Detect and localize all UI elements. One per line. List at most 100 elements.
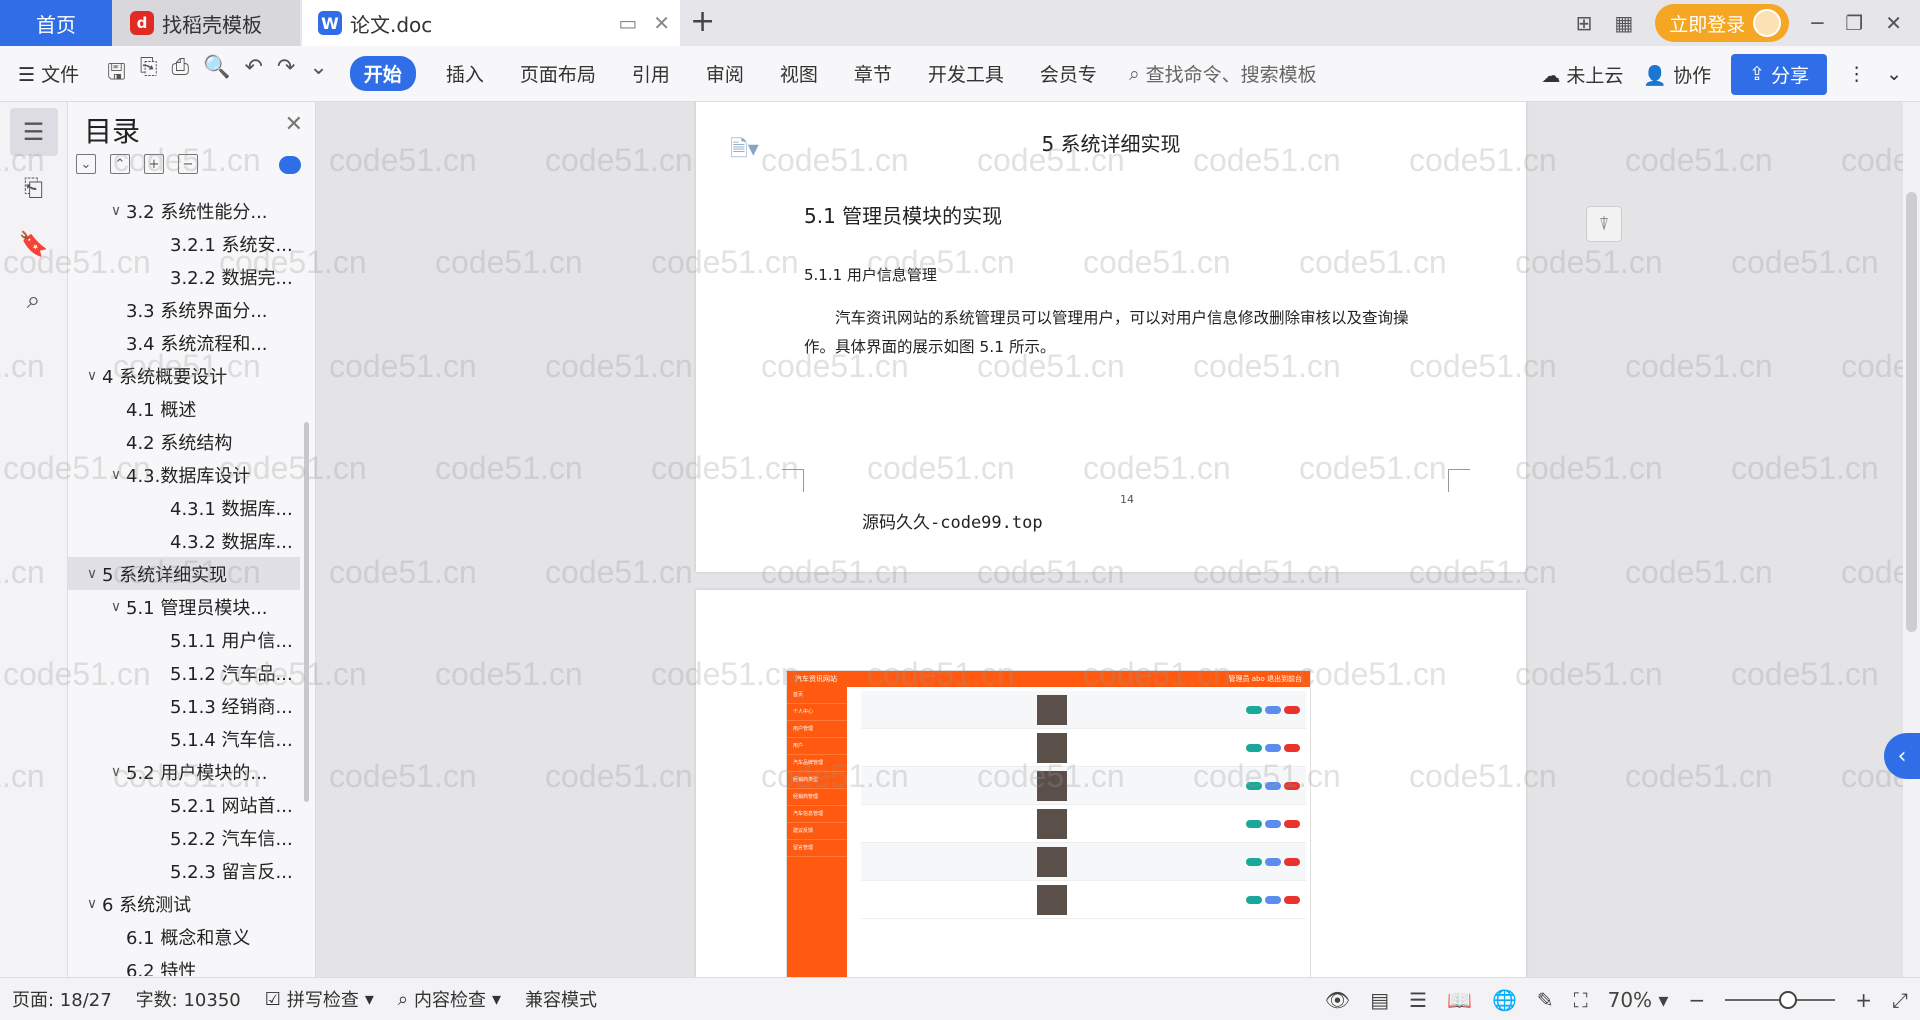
add-heading-icon[interactable]: +	[144, 154, 164, 174]
toc-item[interactable]: 6.1 概念和意义	[68, 920, 300, 953]
toc-item[interactable]: ∨ 5 系统详细实现	[68, 557, 300, 590]
chevron-down-icon[interactable]: ∨	[106, 203, 126, 219]
minimize-icon[interactable]: ─	[1811, 11, 1823, 35]
tab-template[interactable]: d 找稻壳模板	[112, 0, 300, 46]
close-window-icon[interactable]: ✕	[1885, 11, 1902, 35]
toc-item[interactable]: 3.2.2 数据完...	[68, 260, 300, 293]
close-tab-icon[interactable]: ✕	[653, 11, 670, 35]
toc-item[interactable]: ∨ 4.3.数据库设计	[68, 458, 300, 491]
eye-protection-icon[interactable]: 👁	[1325, 988, 1350, 1012]
spell-check[interactable]: ☑ 拼写检查 ▾	[253, 986, 386, 1012]
print-icon[interactable]: ⎙	[171, 55, 189, 93]
collapse-ribbon-icon[interactable]: ⌄	[1886, 63, 1902, 85]
document-page-next[interactable]: 汽车资讯网站 管理员 abo 退出到前台 首页 个人中心 用户管理 用户 汽车品牌管理经…	[696, 590, 1526, 977]
toc-item[interactable]: 5.1.1 用户信...	[68, 623, 300, 656]
print-preview-icon[interactable]: 🔍	[203, 55, 230, 93]
tab-developer[interactable]: 开发工具	[910, 60, 1022, 87]
page-view-icon[interactable]: ▤	[1370, 988, 1389, 1012]
toc-scrollbar[interactable]	[304, 422, 309, 802]
zoom-in-icon[interactable]: +	[1855, 988, 1872, 1012]
outline-view-icon[interactable]: ☰	[1409, 988, 1427, 1012]
find-icon[interactable]: ⌕	[10, 276, 58, 324]
expand-all-icon[interactable]: ⌄	[76, 154, 96, 174]
toc-item[interactable]: 5.2.3 留言反...	[68, 854, 300, 887]
zoom-slider-knob[interactable]	[1779, 990, 1798, 1009]
redo-icon[interactable]: ↷	[277, 55, 295, 93]
remove-heading-icon[interactable]: −	[178, 154, 198, 174]
fit-page-icon[interactable]: ⛶	[1574, 988, 1588, 1012]
fullscreen-icon[interactable]: ⤢	[1892, 988, 1908, 1012]
tab-insert[interactable]: 插入	[428, 60, 502, 87]
filter-icon[interactable]: ⍒	[1586, 206, 1622, 242]
file-menu[interactable]: ☰ 文件	[0, 60, 97, 87]
toc-item[interactable]: ∨ 4 系统概要设计	[68, 359, 300, 392]
tab-member[interactable]: 会员专	[1022, 60, 1115, 87]
tab-chapter[interactable]: 章节	[836, 60, 910, 87]
vertical-scrollbar[interactable]	[1903, 102, 1920, 977]
toc-item[interactable]: 5.2.2 汽车信...	[68, 821, 300, 854]
chevron-down-icon[interactable]: ∨	[82, 896, 102, 912]
chevron-down-icon[interactable]: ∨	[106, 467, 126, 483]
export-pdf-icon[interactable]: ⎘	[140, 55, 158, 93]
tab-start[interactable]: 开始	[349, 56, 416, 91]
layout-toggle-icon[interactable]: ⊞	[1576, 11, 1593, 35]
page-indicator[interactable]: 页面: 18/27	[0, 986, 124, 1012]
more-options-icon[interactable]: ⋮	[1847, 63, 1866, 85]
toc-item[interactable]: 3.2.1 系统安...	[68, 227, 300, 260]
tab-review[interactable]: 审阅	[688, 60, 762, 87]
chevron-down-icon[interactable]: ∨	[106, 599, 126, 615]
bookmark-icon[interactable]: 🔖	[10, 220, 58, 268]
toc-panel-icon[interactable]: ☰	[9, 108, 58, 156]
zoom-level[interactable]: 70% ▾	[1608, 988, 1669, 1012]
undo-icon[interactable]: ↶	[244, 55, 262, 93]
reading-view-icon[interactable]: 📖	[1447, 988, 1472, 1012]
word-count[interactable]: 字数: 10350	[124, 986, 253, 1012]
chevron-down-icon[interactable]: ∨	[106, 764, 126, 780]
tab-document[interactable]: W 论文.doc ▭ ✕	[302, 0, 680, 46]
toc-item[interactable]: ∨ 5.1 管理员模块...	[68, 590, 300, 623]
chevron-down-icon[interactable]: ∨	[82, 368, 102, 384]
table-row	[861, 691, 1306, 729]
toc-item[interactable]: ∨ 5.2 用户模块的...	[68, 755, 300, 788]
toc-item[interactable]: 4.3.1 数据库...	[68, 491, 300, 524]
toc-item[interactable]: 5.1.2 汽车品...	[68, 656, 300, 689]
tab-home[interactable]: 首页	[0, 0, 112, 46]
toc-item[interactable]: ∨ 6 系统测试	[68, 887, 300, 920]
toc-item[interactable]: 3.3 系统界面分...	[68, 293, 300, 326]
toc-item[interactable]: 5.1.3 经销商...	[68, 689, 300, 722]
scroll-thumb[interactable]	[1906, 192, 1917, 632]
toc-item[interactable]: 4.3.2 数据库...	[68, 524, 300, 557]
apps-grid-icon[interactable]: ▦	[1614, 11, 1633, 35]
save-icon[interactable]: 🖫	[107, 55, 126, 93]
close-icon[interactable]: ✕	[285, 112, 303, 137]
new-tab-button[interactable]: +	[690, 4, 715, 39]
toc-item[interactable]: 4.1 概述	[68, 392, 300, 425]
command-search[interactable]: ⌕ 查找命令、搜索模板	[1129, 60, 1317, 87]
collaborate-button[interactable]: 👤 协作	[1643, 61, 1711, 88]
toc-item[interactable]: 4.2 系统结构	[68, 425, 300, 458]
document-page[interactable]: 🗎▾ 5 系统详细实现 5.1 管理员模块的实现 5.1.1 用户信息管理 汽车…	[696, 102, 1526, 572]
chapter-nav-icon[interactable]: ⎗	[10, 164, 58, 212]
cloud-status[interactable]: ☁ 未上云	[1541, 61, 1623, 88]
toc-item[interactable]: ∨ 3.2 系统性能分...	[68, 194, 300, 227]
restore-icon[interactable]: ❐	[1845, 11, 1863, 35]
tab-page-layout[interactable]: 页面布局	[502, 60, 614, 87]
chevron-down-icon[interactable]: ∨	[82, 566, 102, 582]
web-view-icon[interactable]: 🌐	[1492, 988, 1517, 1012]
share-button[interactable]: ⇪ 分享	[1731, 53, 1828, 95]
monitor-icon[interactable]: ▭	[618, 11, 637, 35]
toc-item[interactable]: 3.4 系统流程和...	[68, 326, 300, 359]
collapse-all-icon[interactable]: ⌃	[110, 154, 130, 174]
ai-assistant-icon[interactable]	[279, 156, 301, 174]
zoom-slider[interactable]	[1725, 990, 1836, 1009]
tab-view[interactable]: 视图	[762, 60, 836, 87]
toc-item[interactable]: 6.2 特性	[68, 953, 300, 977]
toc-item[interactable]: 5.1.4 汽车信...	[68, 722, 300, 755]
more-dropdown-icon[interactable]: ⌄	[309, 55, 327, 93]
content-check[interactable]: ⌕ 内容检查 ▾	[386, 986, 513, 1012]
write-mode-icon[interactable]: ✎	[1537, 988, 1554, 1012]
login-button[interactable]: 立即登录	[1655, 4, 1790, 42]
tab-references[interactable]: 引用	[614, 60, 688, 87]
zoom-out-icon[interactable]: −	[1688, 988, 1705, 1012]
toc-item[interactable]: 5.2.1 网站首...	[68, 788, 300, 821]
